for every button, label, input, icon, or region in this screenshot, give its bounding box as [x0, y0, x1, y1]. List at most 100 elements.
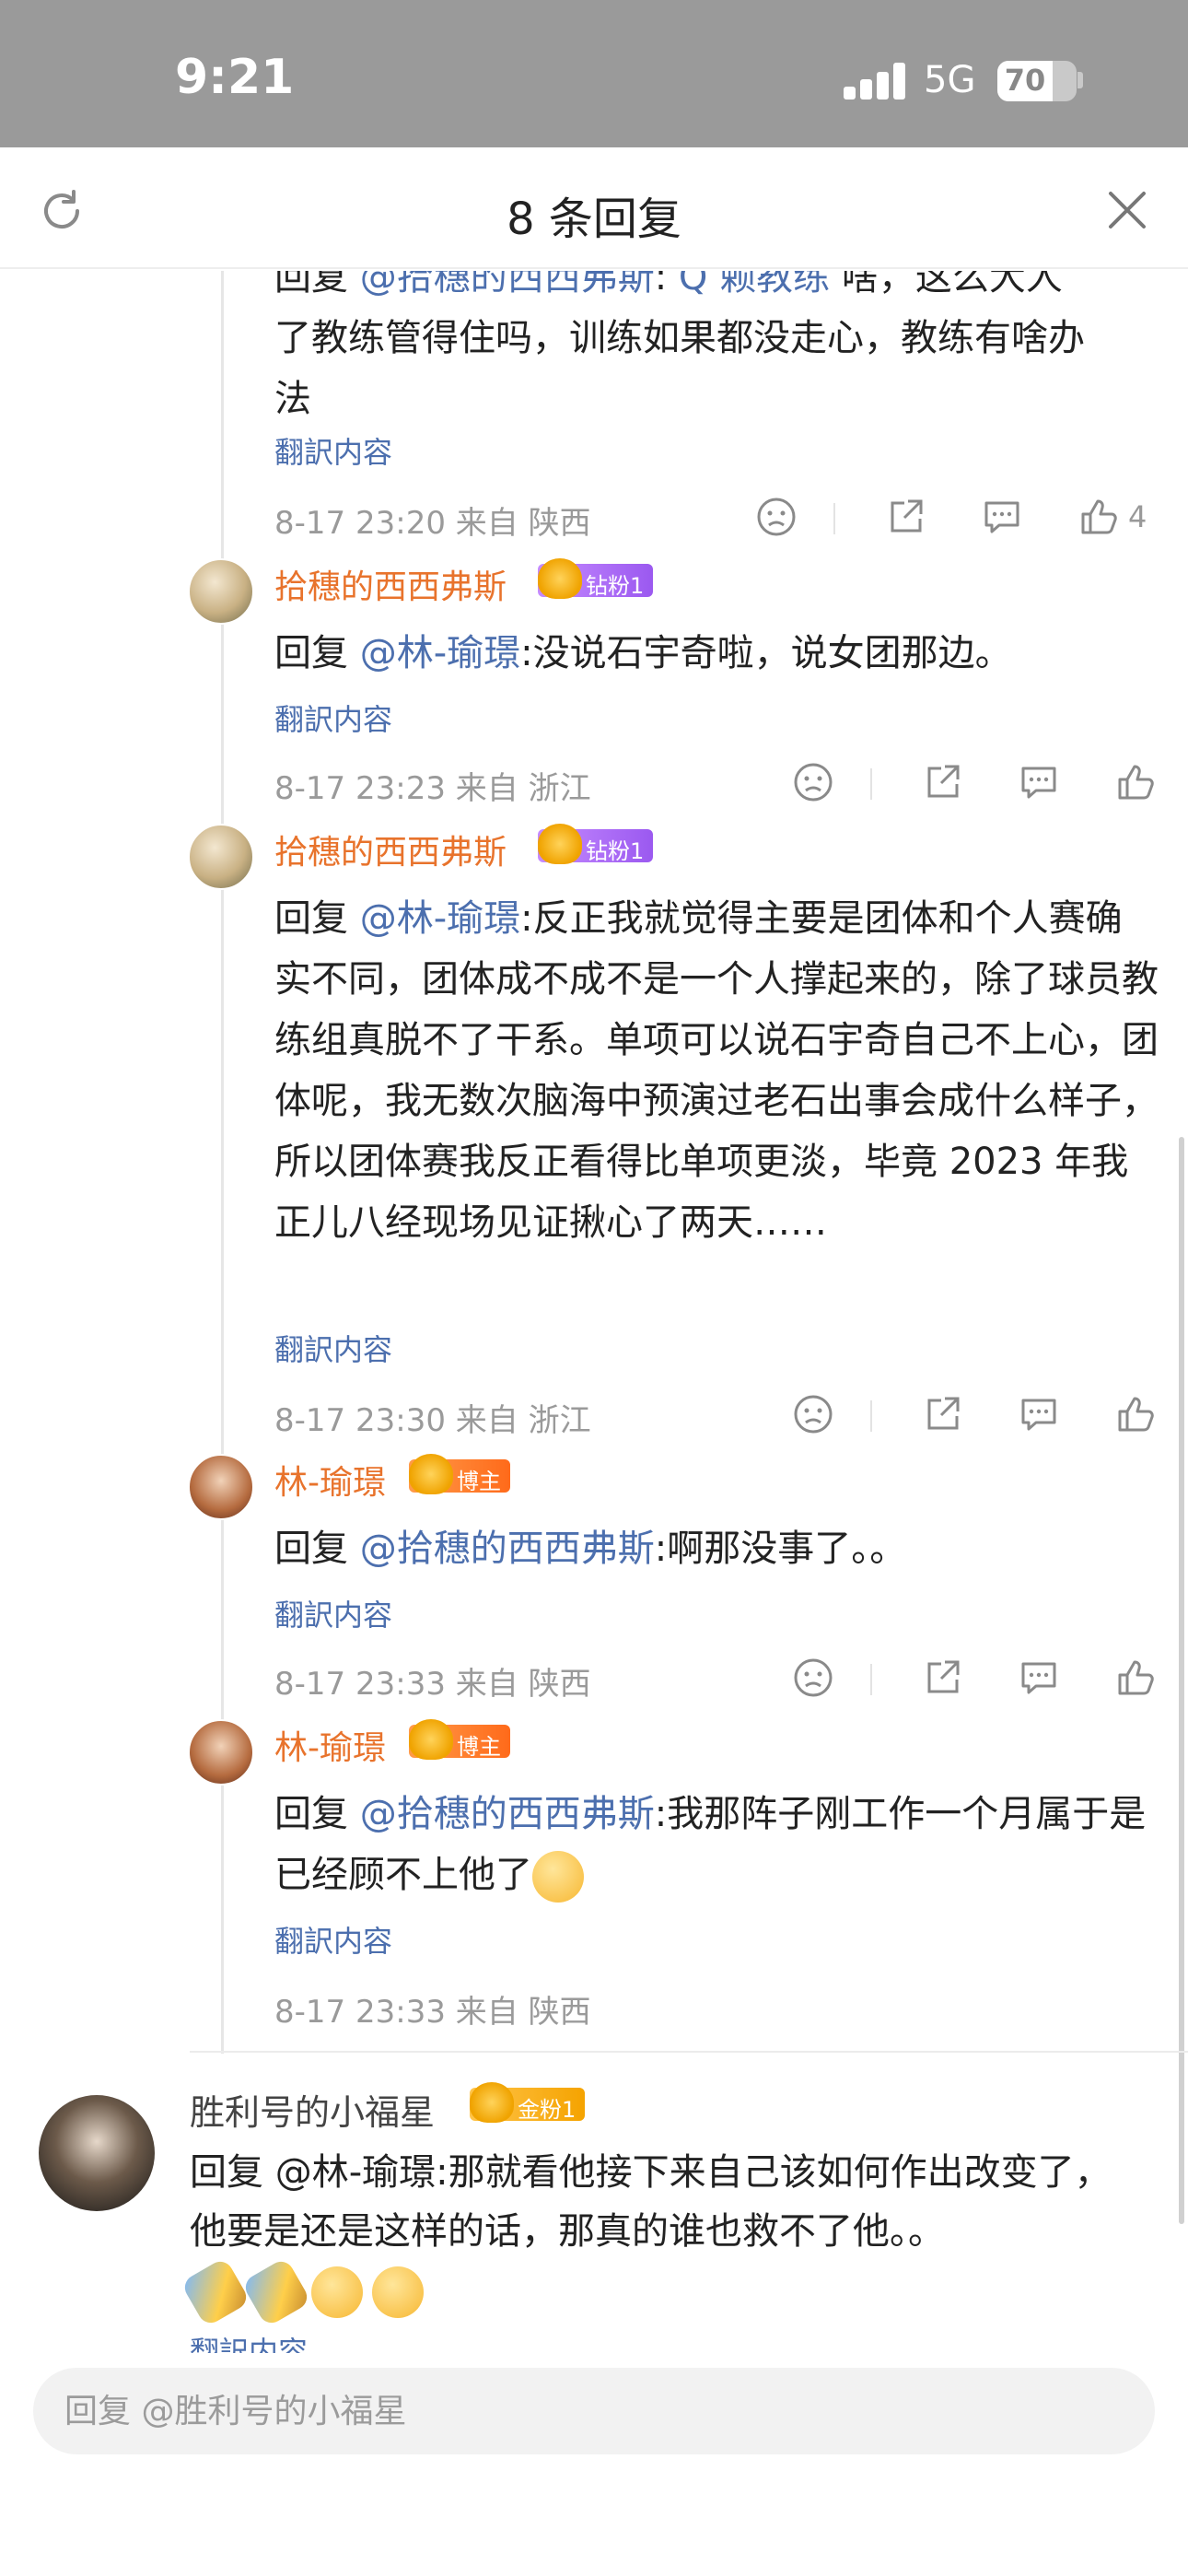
- username[interactable]: 林-瑜璟: [274, 1721, 386, 1769]
- username[interactable]: 拾穗的西西弗斯: [274, 825, 507, 873]
- reply-actions: 4: [755, 496, 1160, 542]
- action-divider: [833, 503, 835, 534]
- sad-face-icon[interactable]: [792, 761, 834, 803]
- reply-text-line: 了教练管得住吗，训练如果都没走心，教练有啥办: [274, 317, 1085, 359]
- divider: [190, 2051, 1188, 2053]
- share-icon[interactable]: [921, 1657, 963, 1699]
- avatar[interactable]: [188, 1719, 254, 1786]
- reply-meta: 8-17 23:33 来自 陕西: [274, 1994, 591, 2031]
- reply-list: 回复 @拾穗的西西弗斯: Q 赖教练 啥，这么大人 了教练管得住吗，训练如果都没…: [0, 271, 1188, 2353]
- mention-link[interactable]: @林-瑜璟: [360, 897, 520, 940]
- sad-face-icon[interactable]: [792, 1657, 834, 1699]
- status-bar: 9:21 5G 70: [0, 0, 1188, 147]
- reply-meta: 8-17 23:30 来自 浙江: [274, 1402, 591, 1439]
- mention-link[interactable]: @拾穗的西西弗斯: [360, 1793, 655, 1835]
- reply-text-line: 法: [274, 378, 311, 420]
- sheet-header: 8 条回复: [0, 147, 1188, 269]
- reply-actions: [792, 1393, 1188, 1439]
- reply-prefix: 回复: [274, 632, 360, 674]
- like-count: 4: [1128, 499, 1147, 534]
- fan-badge: 钻粉1: [538, 558, 654, 599]
- reply-prefix: 回复: [274, 1528, 360, 1570]
- reply-body: :啊那没事了。。: [654, 1528, 907, 1570]
- crown-icon: [538, 824, 582, 864]
- pin-emoji-icon: [180, 2256, 251, 2328]
- network-type: 5G: [924, 59, 976, 101]
- reply-prefix: 回复: [274, 1793, 360, 1835]
- comment-text: 回复 @林-瑜璟:那就看他接下来自己该如何作出改变了，他要是还是这样的话，那真的…: [180, 2143, 1147, 2328]
- crown-icon: [470, 2082, 514, 2123]
- avatar[interactable]: [188, 824, 254, 890]
- comment-icon[interactable]: [1018, 761, 1060, 803]
- badge-label: 钻粉1: [586, 573, 645, 599]
- translate-link[interactable]: 翻訳内容: [274, 1592, 392, 1634]
- battery-tip: [1077, 72, 1083, 88]
- crown-icon: [409, 1719, 453, 1760]
- reply-meta: 8-17 23:33 来自 陕西: [274, 1666, 591, 1703]
- username[interactable]: 林-瑜璟: [274, 1456, 386, 1504]
- reply-input-bar: [0, 2368, 1188, 2576]
- reply-sep: :: [654, 271, 679, 299]
- reply-prefix: 回复: [190, 2151, 275, 2194]
- reply-input[interactable]: [33, 2368, 1155, 2454]
- signal-icon: [844, 63, 906, 100]
- crown-icon: [538, 558, 582, 599]
- replies-sheet: 8 条回复 回复 @拾穗的西西弗斯: Q 赖教练 啥，这么大人 了教练管得住吗，…: [0, 147, 1188, 2576]
- action-divider: [870, 768, 872, 800]
- mention-link[interactable]: @拾穗的西西弗斯: [360, 271, 655, 299]
- share-icon[interactable]: [921, 761, 963, 803]
- mention-link[interactable]: Q 赖教练: [679, 271, 830, 299]
- mention-link[interactable]: @林-瑜璟: [275, 2151, 436, 2194]
- thinking-emoji-icon: [372, 2266, 424, 2318]
- mention-link[interactable]: @林-瑜璟: [360, 632, 520, 674]
- translate-link[interactable]: 翻訳内容: [274, 429, 392, 472]
- avatar[interactable]: [39, 2095, 155, 2211]
- battery-level: 70: [1004, 63, 1046, 98]
- badge-label: 博主: [457, 1469, 501, 1494]
- comment-icon[interactable]: [1018, 1657, 1060, 1699]
- sad-face-icon[interactable]: [755, 496, 798, 538]
- share-icon[interactable]: [921, 1393, 963, 1435]
- translate-link[interactable]: 翻訳内容: [190, 2329, 308, 2353]
- thumbs-up-icon[interactable]: [1114, 761, 1157, 803]
- badge-label: 钻粉1: [586, 838, 645, 864]
- username[interactable]: 胜利号的小福星: [190, 2084, 435, 2135]
- translate-link[interactable]: 翻訳内容: [274, 1327, 392, 1369]
- crown-icon: [409, 1454, 453, 1494]
- sad-face-icon[interactable]: [792, 1393, 834, 1435]
- close-icon[interactable]: [1105, 188, 1149, 232]
- translate-link[interactable]: 翻訳内容: [274, 697, 392, 739]
- reply-text-tail: 啥，这么大人: [830, 271, 1063, 299]
- reply-prefix: 回复: [274, 271, 360, 299]
- avatar[interactable]: [188, 1454, 254, 1520]
- action-divider: [870, 1664, 872, 1695]
- reply-body: :反正我就觉得主要是团体和个人赛确实不同，团体成不成不是一个人撑起来的，除了球员…: [274, 897, 1159, 1244]
- avatar[interactable]: [188, 558, 254, 625]
- battery-icon: 70: [997, 61, 1077, 101]
- reply-text: 回复 @林-瑜璟:没说石宇奇啦，说女团那边。: [274, 623, 1159, 684]
- badge-label: 博主: [457, 1734, 501, 1760]
- status-time: 9:21: [175, 50, 295, 105]
- translate-link[interactable]: 翻訳内容: [274, 1918, 392, 1961]
- host-badge: 博主: [409, 1719, 510, 1760]
- comment-icon[interactable]: [1018, 1393, 1060, 1435]
- fan-badge: 钻粉1: [538, 824, 654, 864]
- share-icon[interactable]: [884, 496, 926, 538]
- mention-link[interactable]: @拾穗的西西弗斯: [360, 1528, 655, 1570]
- reply-actions: [792, 1657, 1188, 1703]
- reply-text: 回复 @拾穗的西西弗斯:我那阵子刚工作一个月属于是已经顾不上他了: [274, 1784, 1159, 1905]
- thread-line: [221, 271, 224, 2054]
- reply-body: :没说石宇奇啦，说女团那边。: [520, 632, 1012, 674]
- comment-icon[interactable]: [981, 496, 1023, 538]
- page-title: 8 条回复: [507, 193, 681, 245]
- username[interactable]: 拾穗的西西弗斯: [274, 560, 507, 608]
- thumbs-up-icon[interactable]: [1114, 1657, 1157, 1699]
- gold-fan-badge: 金粉1: [470, 2082, 586, 2123]
- host-badge: 博主: [409, 1454, 510, 1494]
- thumbs-up-icon[interactable]: [1114, 1393, 1157, 1435]
- reply-actions: [792, 761, 1188, 807]
- thumbs-up-icon[interactable]: [1077, 496, 1120, 538]
- reply-text: 回复 @林-瑜璟:反正我就觉得主要是团体和个人赛确实不同，团体成不成不是一个人撑…: [274, 888, 1159, 1253]
- thinking-emoji-icon: [311, 2266, 363, 2318]
- reply-text: 回复 @拾穗的西西弗斯:啊那没事了。。: [274, 1518, 1159, 1579]
